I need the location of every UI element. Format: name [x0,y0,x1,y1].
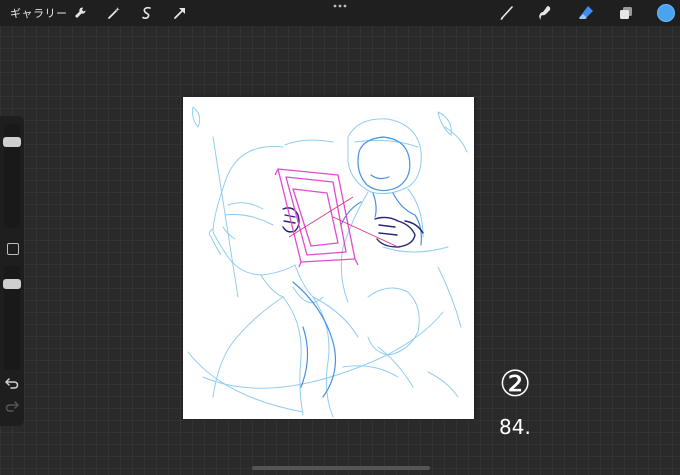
layers-icon[interactable] [617,4,635,22]
smudge-icon[interactable] [537,4,555,22]
undo-icon[interactable] [5,377,19,389]
note-number: ② [499,364,531,405]
note-text: 84. [499,415,531,439]
drawing-canvas[interactable] [183,97,474,419]
more-options-icon[interactable] [333,3,347,9]
handwritten-note: ② 84. [499,364,531,439]
left-sidebar [0,116,24,426]
brush-icon[interactable] [498,4,516,22]
magic-wand-icon[interactable] [106,5,122,21]
selection-icon[interactable] [139,5,155,21]
color-picker-button[interactable] [657,4,675,22]
sketch-artwork [187,106,468,418]
redo-icon[interactable] [5,400,19,412]
top-toolbar: ギャラリー [0,0,680,26]
home-indicator[interactable] [252,466,430,470]
transform-arrow-icon[interactable] [172,5,188,21]
gallery-button[interactable]: ギャラリー [10,5,68,21]
modify-button[interactable] [7,243,19,255]
brush-size-slider-handle[interactable] [3,137,21,147]
opacity-slider-handle[interactable] [3,279,21,289]
wrench-icon[interactable] [72,5,88,21]
eraser-icon[interactable] [577,4,595,22]
